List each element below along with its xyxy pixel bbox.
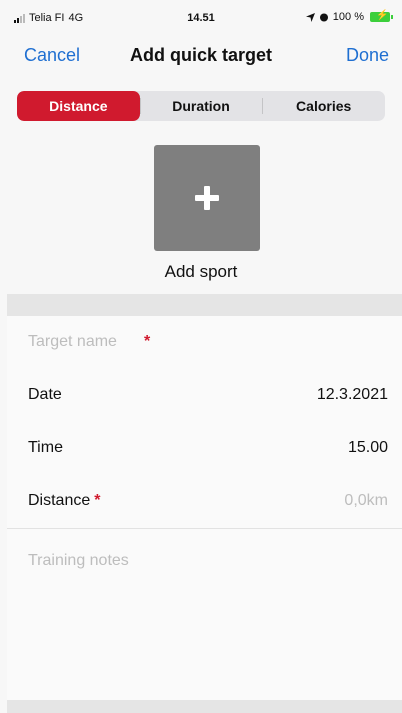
- distance-label-text: Distance: [28, 492, 91, 509]
- time-label: Time: [28, 439, 63, 456]
- required-marker: *: [144, 333, 151, 350]
- add-sport-label: Add sport: [164, 262, 238, 281]
- plus-icon: [195, 186, 219, 210]
- navigation-bar: Cancel Add quick target Done: [0, 36, 402, 78]
- done-button[interactable]: Done: [346, 45, 389, 66]
- time-value: 15.00: [347, 439, 388, 456]
- time-row[interactable]: Time 15.00: [7, 422, 402, 476]
- location-arrow-icon: [305, 12, 315, 22]
- page-title: Add quick target: [129, 45, 272, 65]
- required-marker: *: [94, 492, 101, 509]
- add-sport-button[interactable]: [154, 145, 260, 251]
- target-form: Target name * Date 12.3.2021 Time 15.00 D…: [7, 316, 402, 700]
- status-bar: Telia FI 4G 14.51 100 % ⚡: [0, 0, 402, 36]
- date-label: Date: [28, 386, 62, 403]
- training-notes-field[interactable]: Training notes: [28, 552, 129, 570]
- bottom-divider: [7, 700, 402, 713]
- target-name-field[interactable]: Target name *: [7, 316, 402, 370]
- distance-input[interactable]: 0,0km: [344, 492, 388, 510]
- section-divider: [7, 294, 402, 316]
- date-row[interactable]: Date 12.3.2021: [7, 369, 402, 423]
- battery-charging-icon: ⚡: [370, 10, 393, 22]
- target-type-segmented-control: Distance Duration Calories: [17, 91, 385, 121]
- segment-distance[interactable]: Distance: [17, 91, 140, 121]
- distance-label: Distance *: [28, 492, 100, 510]
- distance-row[interactable]: Distance * 0,0km: [7, 475, 402, 529]
- alarm-icon: [319, 13, 328, 22]
- status-right: 100 % ⚡: [305, 10, 393, 23]
- target-name-placeholder: Target name: [28, 333, 117, 350]
- segment-calories[interactable]: Calories: [262, 91, 385, 121]
- battery-percentage: 100 %: [332, 11, 364, 23]
- date-value: 12.3.2021: [316, 386, 388, 403]
- segment-duration[interactable]: Duration: [139, 91, 263, 121]
